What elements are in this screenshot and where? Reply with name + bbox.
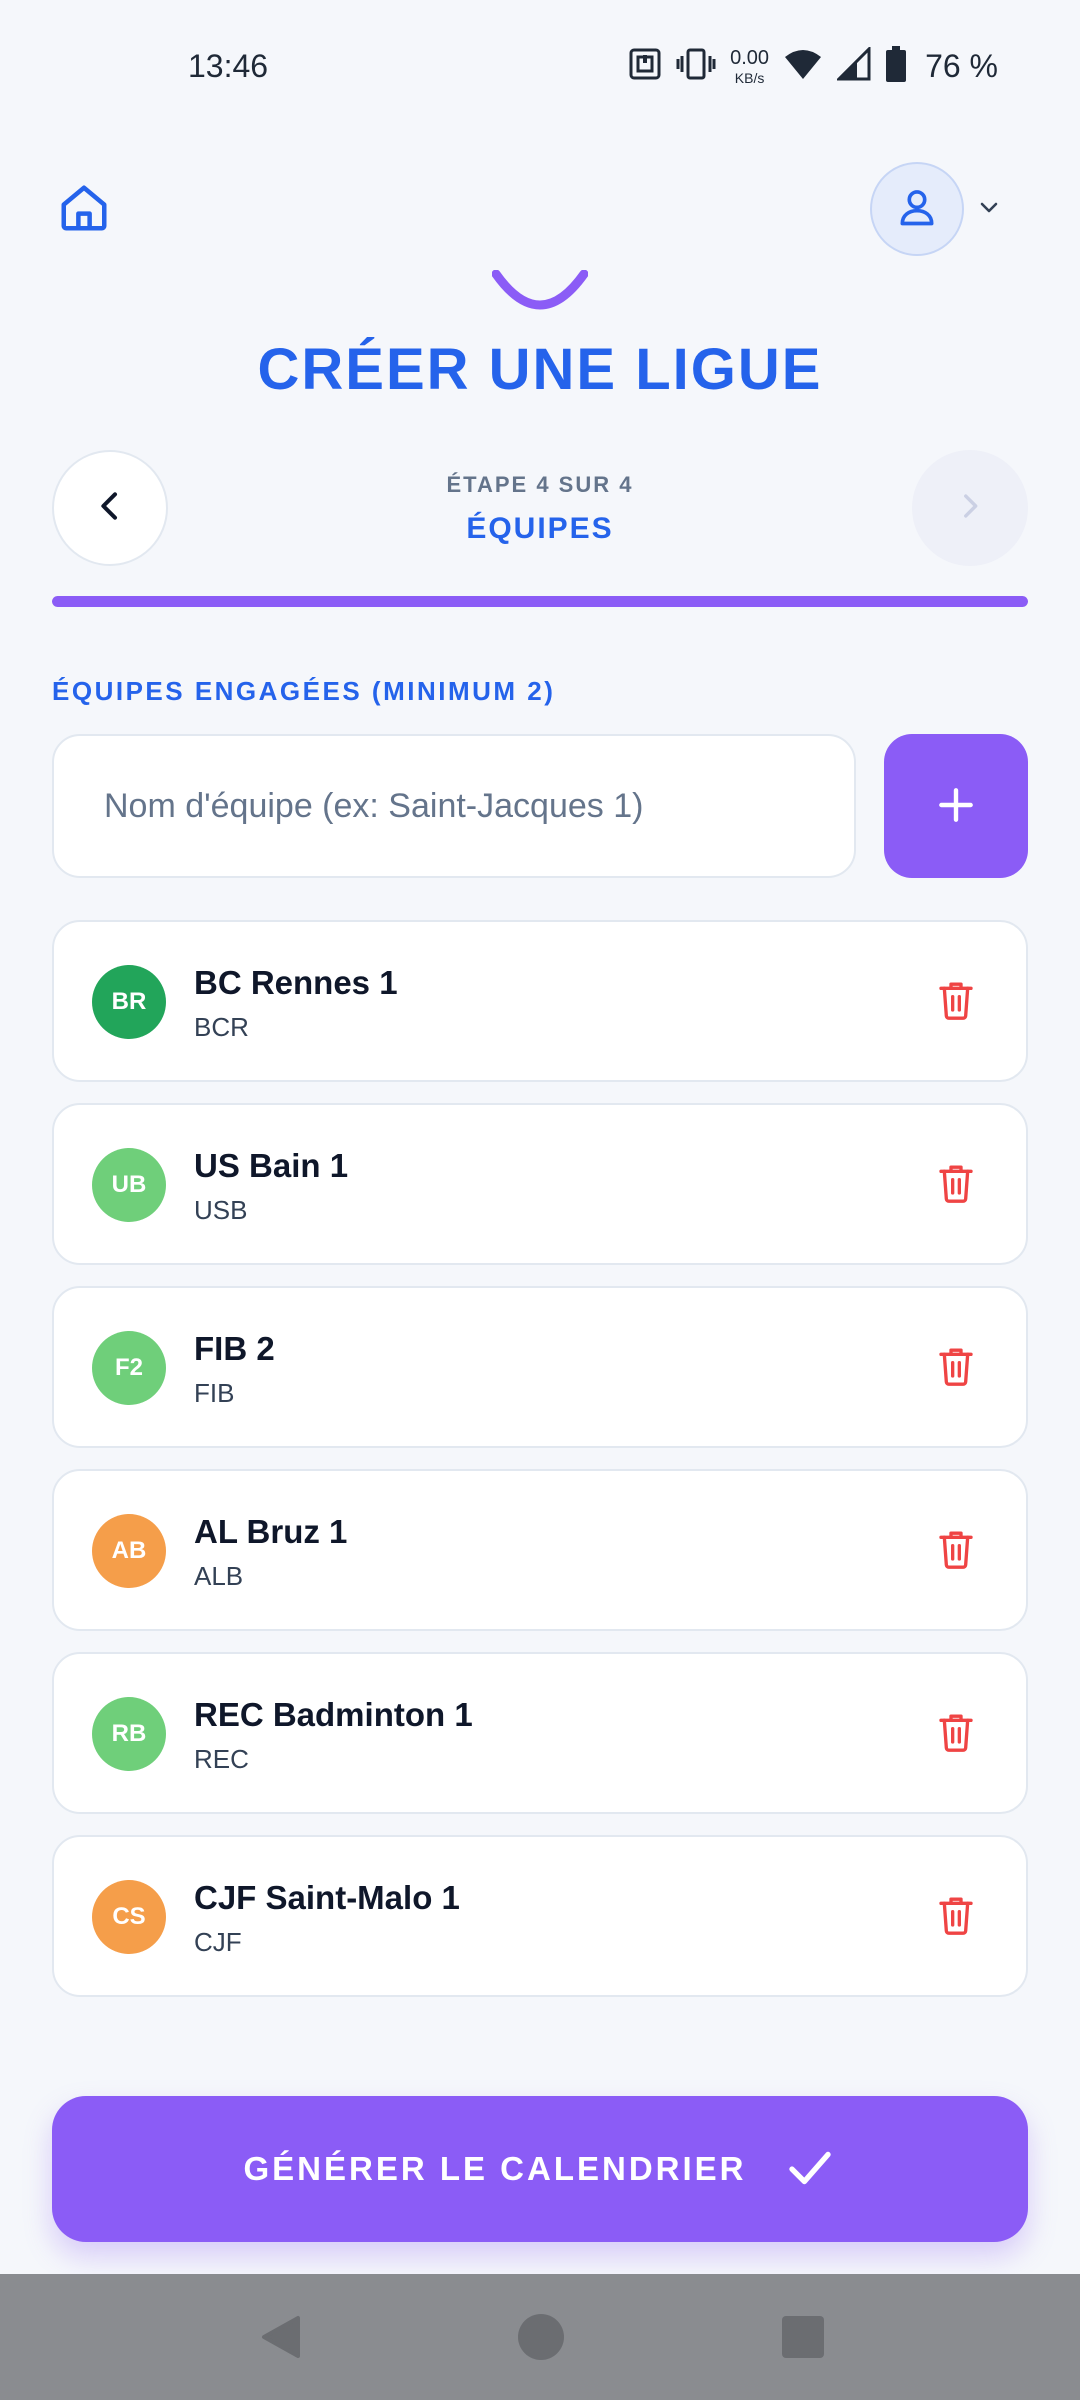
team-code: CJF xyxy=(194,1927,242,1957)
team-initials-badge: BR xyxy=(92,965,166,1039)
team-code: FIB xyxy=(194,1378,235,1408)
team-card: F2 FIB 2 FIB xyxy=(52,1286,1028,1448)
user-avatar-button[interactable] xyxy=(870,162,964,256)
teams-section-label: ÉQUIPES ENGAGÉES (MINIMUM 2) xyxy=(52,676,556,706)
wifi-icon xyxy=(783,47,823,86)
team-card: BR BC Rennes 1 BCR xyxy=(52,920,1028,1082)
trash-icon xyxy=(936,1527,976,1576)
chevron-right-icon xyxy=(953,489,987,528)
team-name: CJF Saint-Malo 1 xyxy=(194,1879,460,1916)
battery-icon xyxy=(885,45,907,87)
trash-icon xyxy=(936,1161,976,1210)
team-name: BC Rennes 1 xyxy=(194,964,398,1001)
nav-recents-button[interactable] xyxy=(782,2316,824,2358)
nav-back-button[interactable] xyxy=(258,2314,304,2360)
team-code: ALB xyxy=(194,1561,244,1591)
step-progress-bar xyxy=(52,596,1028,607)
team-initials-badge: CS xyxy=(92,1880,166,1954)
team-name: FIB 2 xyxy=(194,1330,275,1367)
team-name-input[interactable] xyxy=(52,734,856,878)
team-card: UB US Bain 1 USB xyxy=(52,1103,1028,1265)
status-bar: 13:46 0.00 KB/s 76 % xyxy=(0,0,1080,130)
network-speed-unit: KB/s xyxy=(734,69,765,86)
team-name: AL Bruz 1 xyxy=(194,1513,348,1550)
generate-calendar-button[interactable]: GÉNÉRER LE CALENDRIER xyxy=(52,2096,1028,2242)
user-menu-toggle[interactable] xyxy=(974,194,1004,224)
team-list: BR BC Rennes 1 BCR UB US Bain 1 USB F2 F… xyxy=(52,920,1028,2018)
signal-icon xyxy=(835,44,871,86)
add-team-button[interactable] xyxy=(884,734,1028,878)
trash-icon xyxy=(936,978,976,1027)
plus-icon xyxy=(934,783,978,830)
team-card: AB AL Bruz 1 ALB xyxy=(52,1469,1028,1631)
status-time: 13:46 xyxy=(188,48,269,84)
vibrate-icon xyxy=(676,47,716,86)
team-name: US Bain 1 xyxy=(194,1147,349,1184)
nfc-icon xyxy=(628,47,662,86)
check-icon xyxy=(783,2141,837,2198)
team-card: CS CJF Saint-Malo 1 CJF xyxy=(52,1835,1028,1997)
team-initials-badge: F2 xyxy=(92,1331,166,1405)
delete-team-button[interactable] xyxy=(928,974,984,1030)
team-card: RB REC Badminton 1 REC xyxy=(52,1652,1028,1814)
generate-calendar-label: GÉNÉRER LE CALENDRIER xyxy=(243,2150,747,2187)
team-initials-badge: AB xyxy=(92,1514,166,1588)
team-code: REC xyxy=(194,1744,249,1774)
next-step-button[interactable] xyxy=(912,450,1028,566)
delete-team-button[interactable] xyxy=(928,1706,984,1762)
team-name: REC Badminton 1 xyxy=(194,1696,473,1733)
delete-team-button[interactable] xyxy=(928,1340,984,1396)
home-icon xyxy=(57,181,111,240)
page-title: CRÉER UNE LIGUE xyxy=(257,337,823,402)
trash-icon xyxy=(936,1710,976,1759)
team-initials-badge: UB xyxy=(92,1148,166,1222)
trash-icon xyxy=(936,1344,976,1393)
network-speed: 0.00 KB/s xyxy=(730,48,769,85)
battery-percent: 76 % xyxy=(925,47,998,84)
user-icon xyxy=(895,185,939,234)
trash-icon xyxy=(936,1893,976,1942)
league-logo xyxy=(492,270,588,330)
delete-team-button[interactable] xyxy=(928,1889,984,1945)
team-code: BCR xyxy=(194,1012,249,1042)
system-nav-bar xyxy=(0,2274,1080,2400)
chevron-down-icon xyxy=(977,195,1001,224)
delete-team-button[interactable] xyxy=(928,1523,984,1579)
nav-home-button[interactable] xyxy=(518,2314,564,2360)
network-speed-value: 0.00 xyxy=(730,46,770,69)
team-initials-badge: RB xyxy=(92,1697,166,1771)
status-icons: 0.00 KB/s 76 % xyxy=(628,44,998,88)
step-progress-fill xyxy=(52,596,1028,607)
team-code: USB xyxy=(194,1195,248,1225)
delete-team-button[interactable] xyxy=(928,1157,984,1213)
home-button[interactable] xyxy=(52,178,116,242)
